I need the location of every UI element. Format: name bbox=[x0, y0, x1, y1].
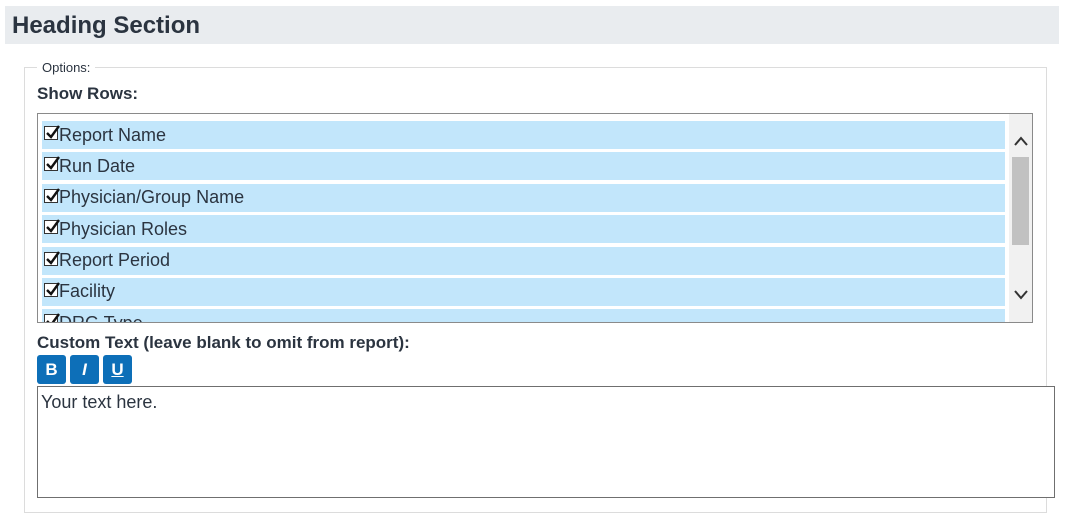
format-toolbar: B I U bbox=[37, 355, 132, 384]
chevron-down-icon bbox=[1013, 290, 1028, 300]
row-label: Physician Roles bbox=[59, 218, 188, 239]
checkbox-run-date[interactable] bbox=[44, 156, 60, 172]
scroll-up-button[interactable] bbox=[1009, 130, 1032, 152]
row-label: Report Period bbox=[59, 250, 171, 271]
scroll-thumb[interactable] bbox=[1012, 157, 1029, 245]
underline-button[interactable]: U bbox=[103, 355, 132, 384]
checkbox-physician-roles[interactable] bbox=[44, 219, 60, 235]
row-label: Report Name bbox=[59, 124, 167, 145]
row-item-drg-type[interactable]: DRG Type bbox=[42, 309, 1005, 323]
checkmark-icon bbox=[46, 282, 60, 296]
checkmark-icon bbox=[46, 219, 60, 234]
custom-text-label: Custom Text (leave blank to omit from re… bbox=[37, 333, 410, 352]
show-rows-listbox[interactable]: Report Name Run Date Physician/Group Nam… bbox=[37, 113, 1033, 323]
checkmark-icon bbox=[46, 250, 60, 265]
row-item-run-date[interactable]: Run Date bbox=[42, 152, 1005, 181]
options-legend: Options: bbox=[42, 60, 91, 75]
checkmark-icon bbox=[46, 313, 60, 322]
rows-scrollbar[interactable] bbox=[1009, 114, 1032, 322]
italic-button[interactable]: I bbox=[70, 355, 99, 384]
checkbox-drg-type[interactable] bbox=[44, 313, 60, 322]
show-rows-label: Show Rows: bbox=[37, 84, 139, 103]
checkbox-facility[interactable] bbox=[44, 282, 60, 297]
checkmark-icon bbox=[46, 188, 60, 202]
row-item-report-period[interactable]: Report Period bbox=[42, 246, 1005, 275]
row-item-physician-roles[interactable]: Physician Roles bbox=[42, 215, 1005, 244]
row-label: Run Date bbox=[59, 155, 136, 176]
chevron-up-icon bbox=[1013, 136, 1028, 146]
row-item-facility[interactable]: Facility bbox=[42, 277, 1005, 306]
heading-bar: Heading Section bbox=[5, 6, 1059, 44]
checkmark-icon bbox=[46, 125, 60, 139]
scroll-down-button[interactable] bbox=[1009, 284, 1032, 306]
checkbox-report-name[interactable] bbox=[44, 125, 60, 140]
row-label: DRG Type bbox=[59, 312, 143, 323]
rows-list: Report Name Run Date Physician/Group Nam… bbox=[42, 121, 1005, 323]
checkmark-icon bbox=[46, 156, 60, 171]
section-title: Heading Section bbox=[12, 12, 201, 39]
checkbox-physician-group-name[interactable] bbox=[44, 188, 60, 203]
bold-button[interactable]: B bbox=[37, 355, 66, 384]
custom-text-editor[interactable]: Your text here. bbox=[37, 386, 1055, 498]
row-label: Facility bbox=[59, 281, 116, 302]
checkbox-report-period[interactable] bbox=[44, 250, 60, 266]
row-item-report-name[interactable]: Report Name bbox=[42, 121, 1005, 149]
row-item-physician-group-name[interactable]: Physician/Group Name bbox=[42, 183, 1005, 212]
row-label: Physician/Group Name bbox=[59, 187, 245, 208]
